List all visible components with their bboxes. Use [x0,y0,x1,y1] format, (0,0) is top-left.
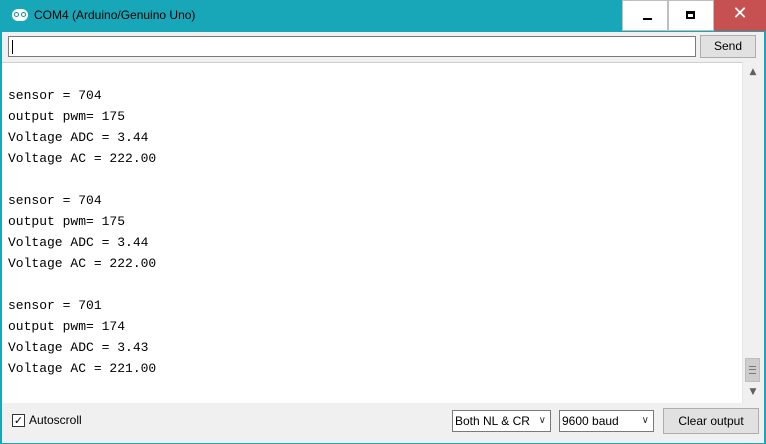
output-text: Voltage AC = 222.00 sensor = 704 output … [8,88,157,376]
line-ending-value: Both NL & CR [455,414,530,428]
check-icon: ✓ [13,414,24,427]
autoscroll-label: Autoscroll [29,413,82,427]
chevron-down-icon: ∨ [538,415,546,426]
baud-rate-dropdown[interactable]: 9600 baud ∨ [559,410,654,432]
vertical-scrollbar[interactable]: ▲ ▼ [742,62,763,403]
minimize-icon [643,18,652,20]
scroll-down-arrow-icon[interactable]: ▼ [743,384,763,401]
grip-icon [749,366,756,374]
serial-monitor: Send Voltage AC = 222.00 sensor = 704 ou… [2,32,764,443]
text-caret [12,40,13,54]
window-title: COM4 (Arduino/Genuino Uno) [34,8,196,22]
arduino-logo-icon [12,9,28,21]
minimize-button[interactable] [622,0,668,31]
serial-input[interactable] [8,36,696,57]
baud-rate-value: 9600 baud [562,414,619,428]
autoscroll-checkbox[interactable]: ✓ [12,414,25,427]
chevron-down-icon: ∨ [641,415,649,426]
send-button[interactable]: Send [700,35,756,58]
line-ending-dropdown[interactable]: Both NL & CR ∨ [452,410,551,432]
scroll-up-arrow-icon[interactable]: ▲ [743,64,763,81]
maximize-icon [686,11,695,19]
maximize-button[interactable] [668,0,714,31]
footer-bar: ✓ Autoscroll Both NL & CR ∨ 9600 baud ∨ … [2,403,764,443]
close-button[interactable]: ✕ [714,0,766,31]
close-icon: ✕ [732,3,748,24]
scroll-thumb[interactable] [745,358,760,382]
input-row: Send [2,32,764,62]
serial-output[interactable]: Voltage AC = 222.00 sensor = 704 output … [2,62,742,404]
clear-output-button[interactable]: Clear output [663,408,759,434]
title-bar[interactable]: COM4 (Arduino/Genuino Uno) ✕ [0,0,766,32]
